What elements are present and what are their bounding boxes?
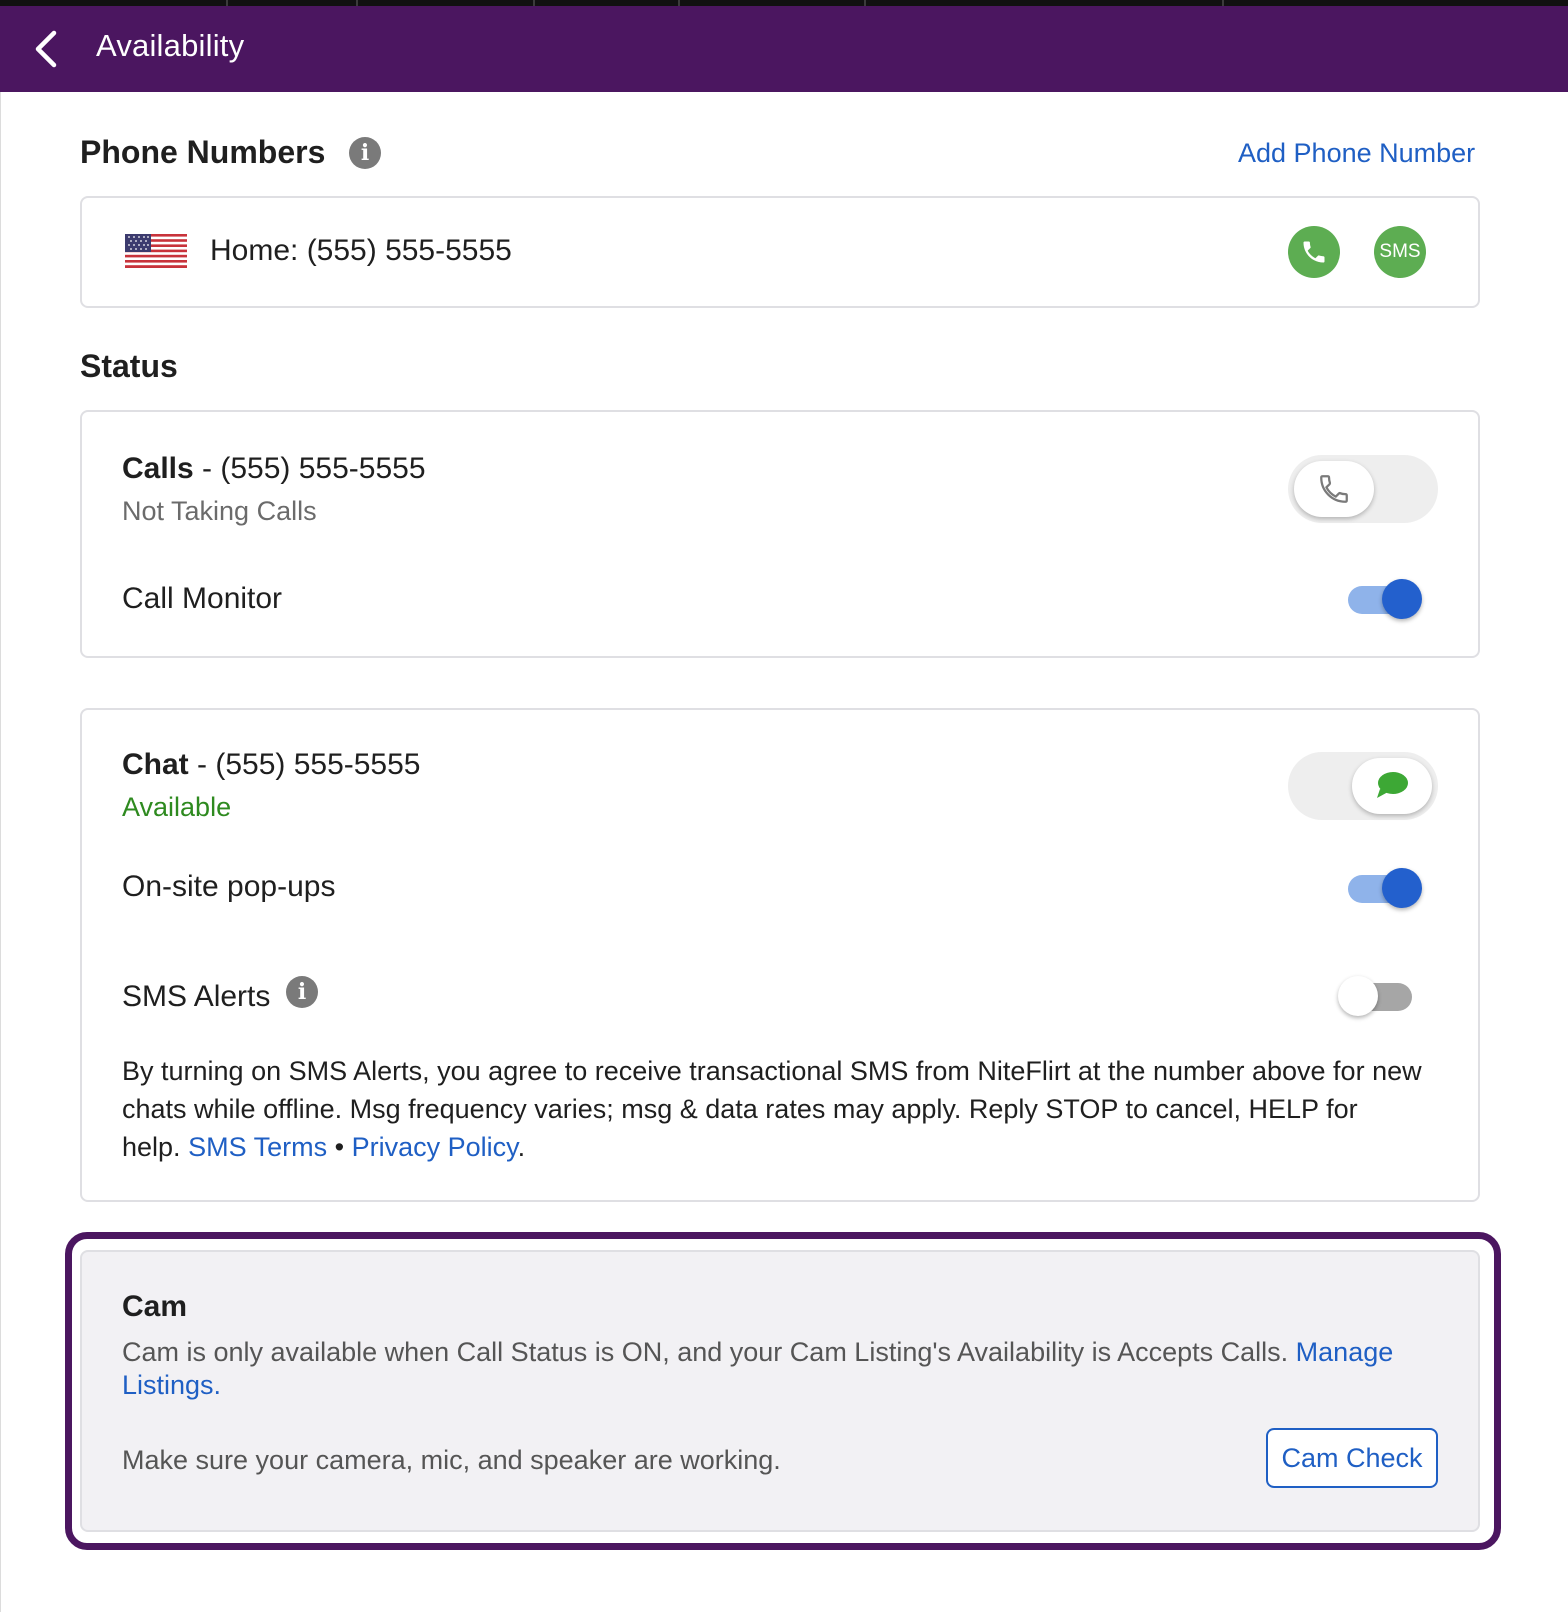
chat-status-text: Available [122, 792, 232, 822]
phone-numbers-heading: Phone Numbers [80, 134, 326, 170]
page-title: Availability [96, 28, 245, 63]
cam-check-button[interactable]: Cam Check [1266, 1428, 1438, 1488]
left-border [0, 92, 1, 1612]
switch-thumb [1338, 976, 1378, 1016]
phone-icon [1320, 475, 1348, 503]
calls-status-text: Not Taking Calls [122, 496, 317, 526]
phone-icon [1303, 241, 1325, 263]
cam-description: Cam is only available when Call Status i… [122, 1336, 1442, 1402]
chat-status-toggle[interactable] [1288, 752, 1438, 820]
chat-toggle-knob [1352, 758, 1432, 814]
cam-title: Cam [122, 1290, 188, 1323]
call-monitor-switch[interactable] [1344, 575, 1422, 623]
call-button[interactable] [1288, 226, 1340, 278]
cam-check-text: Make sure your camera, mic, and speaker … [122, 1445, 781, 1475]
onsite-popups-switch[interactable] [1344, 864, 1422, 912]
sms-disclaimer: By turning on SMS Alerts, you agree to r… [122, 1052, 1422, 1166]
sms-terms-link[interactable]: SMS Terms [188, 1132, 327, 1162]
sms-alerts-label: SMS Alerts [122, 980, 271, 1013]
switch-thumb [1382, 579, 1422, 619]
back-button[interactable] [22, 26, 68, 72]
cam-description-text: Cam is only available when Call Status i… [122, 1337, 1289, 1367]
calls-number: - (555) 555-5555 [193, 452, 426, 485]
call-monitor-label: Call Monitor [122, 582, 283, 615]
chat-title: Chat - (555) 555-5555 [122, 748, 420, 782]
info-icon[interactable]: i [286, 976, 318, 1008]
chat-number: - (555) 555-5555 [188, 748, 421, 781]
chat-bubble-icon [1377, 772, 1408, 798]
calls-toggle-knob [1294, 461, 1374, 517]
calls-card [80, 410, 1480, 658]
privacy-policy-link[interactable]: Privacy Policy [352, 1132, 518, 1162]
status-heading: Status [80, 348, 178, 384]
chat-title-strong: Chat [122, 748, 189, 781]
switch-thumb [1382, 868, 1422, 908]
end-period: . [517, 1132, 526, 1162]
calls-title: Calls - (555) 555-5555 [122, 452, 426, 486]
onsite-popups-label: On-site pop-ups [122, 870, 336, 903]
calls-status-toggle[interactable] [1288, 455, 1438, 523]
app-bar: Availability [0, 6, 1568, 92]
info-icon[interactable]: i [349, 137, 381, 169]
sms-alerts-switch[interactable] [1338, 972, 1416, 1020]
us-flag-icon [125, 234, 187, 268]
calls-title-strong: Calls [122, 452, 194, 485]
sms-button[interactable]: SMS [1374, 226, 1426, 278]
phone-number-label: Home: (555) 555-5555 [210, 234, 512, 267]
link-separator: • [327, 1132, 352, 1162]
chevron-left-icon [35, 30, 57, 68]
cam-end-period: . [213, 1370, 222, 1400]
add-phone-number-link[interactable]: Add Phone Number [1238, 138, 1475, 169]
